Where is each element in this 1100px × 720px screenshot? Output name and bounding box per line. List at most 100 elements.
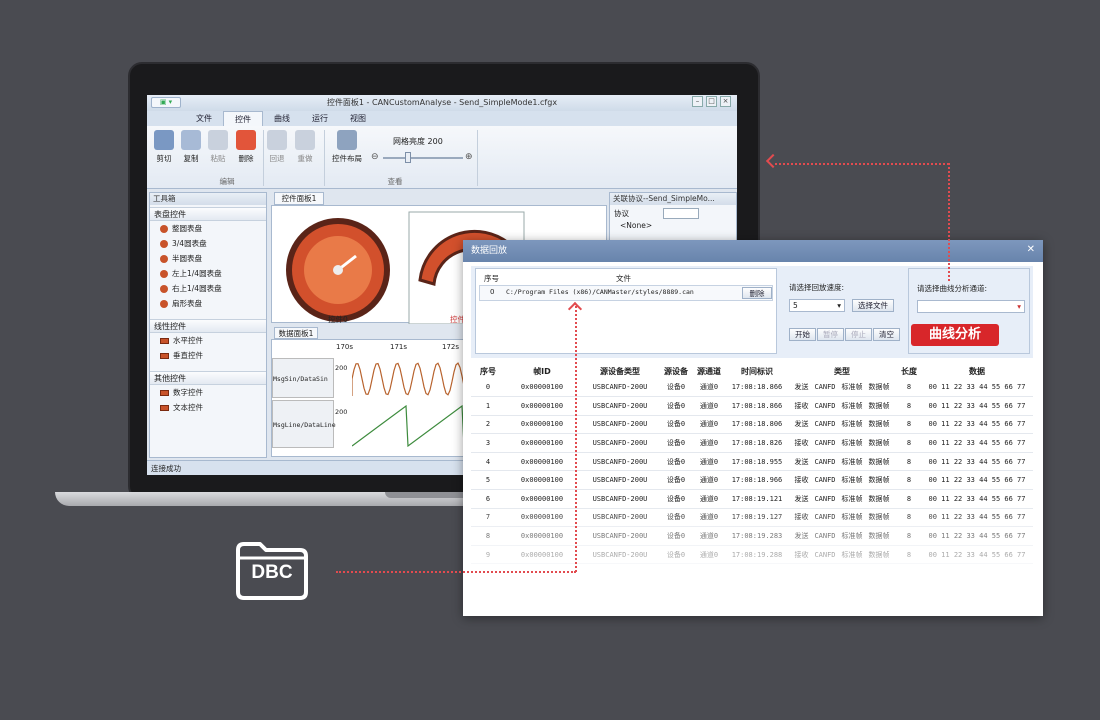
gauge-icon bbox=[160, 254, 168, 263]
signal-label[interactable]: MsgLine/DataLine bbox=[272, 400, 336, 448]
protocol-select[interactable] bbox=[663, 207, 699, 219]
tab-controls[interactable]: 控件 bbox=[223, 111, 263, 126]
pause-button[interactable]: 暂停 bbox=[817, 328, 844, 341]
layout-button[interactable]: 控件布局 bbox=[329, 130, 365, 164]
col-timestamp: 时间标识 bbox=[741, 366, 773, 376]
cell-frame-id: 0x00000100 bbox=[505, 396, 579, 416]
cell-frame-type: CANFD bbox=[814, 457, 836, 466]
toolbox-item[interactable]: 数字控件 bbox=[150, 385, 266, 400]
clear-button[interactable]: 清空 bbox=[873, 328, 900, 341]
bar-icon bbox=[160, 352, 169, 359]
toolbox-item[interactable]: 文本控件 bbox=[150, 400, 266, 415]
redo-button[interactable]: 重做 bbox=[290, 130, 320, 164]
section-other-controls[interactable]: 其他控件 bbox=[150, 371, 266, 385]
maximize-icon[interactable]: □ bbox=[706, 96, 717, 107]
control-caption: 控件0 bbox=[328, 315, 348, 324]
cell-frame-id: 0x00000100 bbox=[505, 433, 579, 453]
undo-icon bbox=[267, 130, 287, 150]
slider-thumb[interactable] bbox=[405, 152, 411, 163]
undo-button[interactable]: 回退 bbox=[262, 130, 292, 164]
frame-table-header: 序号 帧ID 源设备类型 源设备 源通道 时间标识 类型 长度 数据 bbox=[471, 364, 1033, 378]
cut-label: 剪切 bbox=[156, 154, 172, 163]
toolbox-item-label: 右上1/4圆表盘 bbox=[172, 284, 222, 293]
table-row[interactable]: 2 0x00000100 USBCANFD-200U 设备0 通道0 17:08:18.8… bbox=[471, 415, 1033, 435]
toolbox-item[interactable]: 整圆表盘 bbox=[150, 221, 266, 236]
cell-frame-type: CANFD bbox=[814, 420, 836, 429]
arrow-head-left bbox=[765, 153, 781, 169]
zoom-out-icon[interactable]: ⊖ bbox=[371, 152, 379, 162]
cell-index: 2 bbox=[471, 415, 505, 435]
time-tick: 171s bbox=[390, 343, 408, 351]
file-row[interactable]: 0 C:/Program Files (x86)/CANMaster/style… bbox=[479, 285, 773, 301]
toolbox-title: 工具箱 bbox=[150, 193, 266, 205]
cell-device-type: USBCANFD-200U bbox=[579, 415, 661, 435]
delete-file-button[interactable]: 删除 bbox=[742, 287, 772, 299]
cell-channel: 通道0 bbox=[691, 452, 727, 472]
time-tick: 172s bbox=[442, 343, 460, 351]
table-row[interactable]: 1 0x00000100 USBCANFD-200U 设备0 通道0 17:08:18.8… bbox=[471, 396, 1033, 416]
toolbox-item-label: 半圆表盘 bbox=[172, 254, 202, 263]
gauge-icon bbox=[160, 299, 168, 308]
tab-control-panel[interactable]: 控件面板1 bbox=[274, 192, 324, 205]
group-edit-label: 编辑 bbox=[219, 177, 235, 186]
start-button[interactable]: 开始 bbox=[789, 328, 816, 341]
table-row[interactable]: 5 0x00000100 USBCANFD-200U 设备0 通道0 17:08:18.9… bbox=[471, 470, 1033, 491]
speed-select[interactable]: 5 ▾ bbox=[789, 299, 845, 312]
toolbox-item[interactable]: 水平控件 bbox=[150, 333, 266, 348]
undo-label: 回退 bbox=[269, 154, 285, 163]
zoom-in-icon[interactable]: ⊕ bbox=[465, 152, 473, 162]
channel-select[interactable]: ▾ bbox=[917, 300, 1025, 313]
table-row[interactable]: 3 0x00000100 USBCANFD-200U 设备0 通道0 17:08:18.8… bbox=[471, 433, 1033, 453]
quick-access-toolbar[interactable]: ▣ ▾ bbox=[151, 97, 181, 108]
tab-view[interactable]: 视图 bbox=[339, 111, 377, 126]
col-device: 源设备 bbox=[664, 366, 688, 376]
cell-type: 发送 CANFD 标准帧数据帧 bbox=[787, 452, 897, 472]
tab-file[interactable]: 文件 bbox=[185, 111, 223, 126]
cut-button[interactable]: 剪切 bbox=[149, 130, 179, 164]
col-channel: 源通道 bbox=[697, 366, 721, 376]
table-row[interactable]: 0 0x00000100 USBCANFD-200U 设备0 通道0 17:08:18.8… bbox=[471, 378, 1033, 398]
toolbox-item[interactable]: 右上1/4圆表盘 bbox=[150, 281, 266, 296]
table-row[interactable]: 4 0x00000100 USBCANFD-200U 设备0 通道0 17:08:18.9… bbox=[471, 452, 1033, 472]
cell-device: 设备0 bbox=[661, 433, 691, 453]
close-icon[interactable]: ✕ bbox=[1027, 244, 1035, 255]
cell-frame-type: 数据帧 bbox=[868, 476, 890, 485]
delete-button[interactable]: 删除 bbox=[231, 130, 261, 164]
cell-length: 8 bbox=[897, 396, 921, 416]
stop-button[interactable]: 停止 bbox=[845, 328, 872, 341]
section-linear-controls[interactable]: 线性控件 bbox=[150, 319, 266, 333]
toolbox-item[interactable]: 半圆表盘 bbox=[150, 251, 266, 266]
cell-device-type: USBCANFD-200U bbox=[579, 378, 661, 398]
toolbox-item[interactable]: 垂直控件 bbox=[150, 348, 266, 363]
cell-frame-type: 数据帧 bbox=[868, 383, 890, 392]
gauge-full[interactable] bbox=[286, 218, 390, 322]
paste-button[interactable]: 粘贴 bbox=[203, 130, 233, 164]
tab-curve[interactable]: 曲线 bbox=[263, 111, 301, 126]
toolbox-item[interactable]: 左上1/4圆表盘 bbox=[150, 266, 266, 281]
axis-max: 200 bbox=[335, 408, 348, 416]
brightness-slider[interactable] bbox=[383, 157, 463, 159]
protocol-node[interactable]: <None> bbox=[610, 221, 736, 230]
minimize-icon[interactable]: – bbox=[692, 96, 703, 107]
cell-data: 00 11 22 33 44 55 66 77 bbox=[921, 470, 1033, 491]
close-icon[interactable]: × bbox=[720, 96, 731, 107]
copy-button[interactable]: 复制 bbox=[176, 130, 206, 164]
section-dial-controls[interactable]: 表盘控件 bbox=[150, 207, 266, 221]
cell-type: 接收 CANFD 标准帧数据帧 bbox=[787, 396, 897, 416]
select-file-button[interactable]: 选择文件 bbox=[852, 299, 894, 312]
cell-frame-type: CANFD bbox=[814, 401, 836, 410]
tab-data-panel[interactable]: 数据面板1 bbox=[274, 327, 318, 339]
digit-icon bbox=[160, 389, 169, 396]
table-fade bbox=[463, 502, 1043, 616]
tab-run[interactable]: 运行 bbox=[301, 111, 339, 126]
toolbox-item[interactable]: 扇形表盘 bbox=[150, 296, 266, 311]
signal-label[interactable]: MsgSin/DataSin bbox=[272, 358, 334, 398]
arrow-line bbox=[336, 571, 576, 573]
toolbox-item[interactable]: 3/4圆表盘 bbox=[150, 236, 266, 251]
paste-label: 粘贴 bbox=[210, 154, 226, 163]
curve-analysis-button[interactable]: 曲线分析 bbox=[911, 324, 999, 346]
cell-device: 设备0 bbox=[661, 452, 691, 472]
toolbox-item-label: 整圆表盘 bbox=[172, 224, 202, 233]
protocol-label[interactable]: 协议 bbox=[614, 208, 629, 219]
cell-index: 3 bbox=[471, 433, 505, 453]
